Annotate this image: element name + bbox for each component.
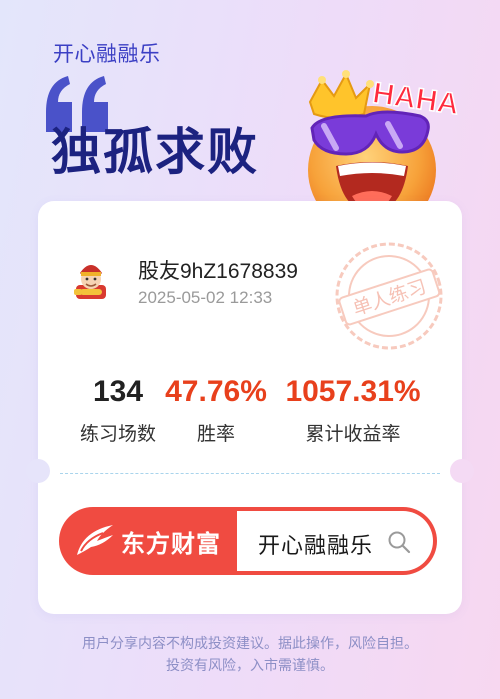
stat-value: 47.76% — [165, 375, 267, 408]
stat-practice-count: 134 练习场数 — [68, 375, 168, 446]
brand-name: 东方财富 — [121, 529, 221, 558]
disclaimer-line-2: 投资有风险，入市需谨慎。 — [166, 658, 334, 674]
brand-logo-area[interactable]: 东方财富 — [59, 507, 237, 575]
user-name: 股友9hZ1678839 — [138, 260, 298, 283]
brand-search-bar[interactable]: 东方财富 开心融融乐 — [59, 507, 437, 575]
search-text: 开心融融乐 — [258, 534, 374, 559]
stat-label: 练习场数 — [79, 423, 156, 445]
search-icon[interactable] — [387, 530, 411, 554]
disclaimer-line-1: 用户分享内容不构成投资建议。据此操作，风险自担。 — [82, 636, 418, 652]
stat-value: 1057.31% — [285, 375, 421, 408]
user-timestamp: 2025-05-02 12:33 — [138, 288, 273, 307]
page-title: 独孤求败 — [51, 123, 259, 181]
search-box[interactable]: 开心融融乐 — [237, 511, 433, 571]
solo-practice-stamp-icon: 单人练习 — [335, 242, 443, 350]
avatar[interactable] — [70, 259, 112, 301]
card-notch-right — [450, 459, 474, 483]
stat-label: 累计收益率 — [305, 423, 401, 445]
stat-value: 134 — [92, 375, 144, 408]
result-card: 股友9hZ1678839 2025-05-02 12:33 单人练习 134 练… — [26, 201, 474, 614]
stat-cumulative-return: 1057.31% 累计收益率 — [280, 375, 426, 446]
app-name: 开心融融乐 — [53, 42, 161, 66]
eastmoney-logo-icon — [77, 525, 113, 555]
card-notch-left — [26, 459, 50, 483]
dashed-divider — [60, 473, 440, 474]
stat-win-rate: 47.76% 胜率 — [156, 375, 276, 446]
stat-label: 胜率 — [196, 423, 235, 445]
